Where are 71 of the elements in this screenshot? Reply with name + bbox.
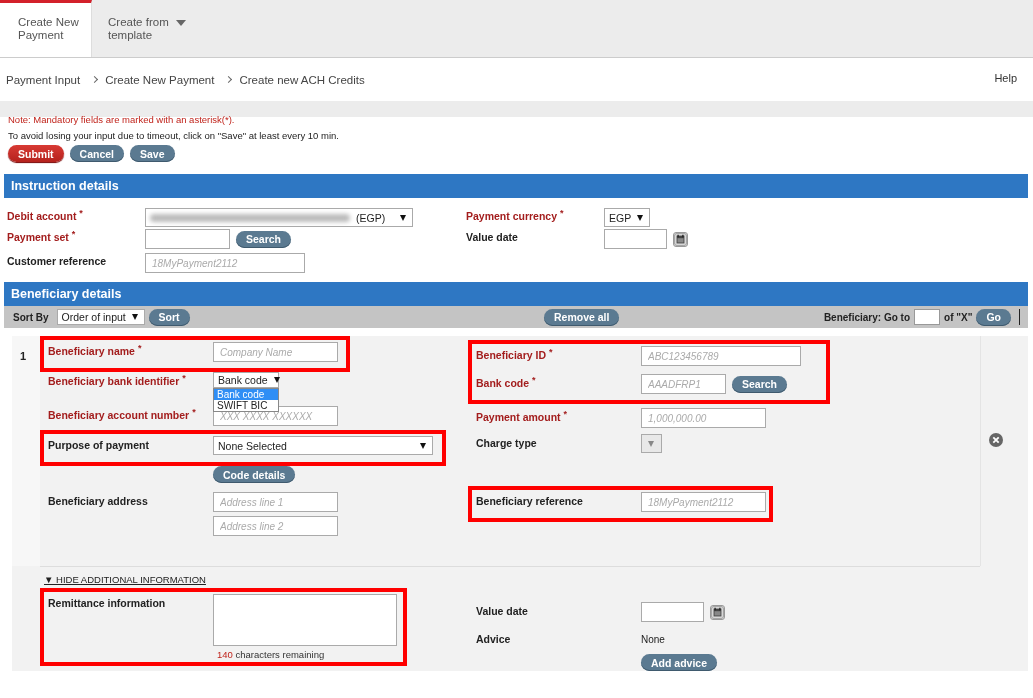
field-label: Beneficiary address — [48, 494, 149, 507]
field-label: Beneficiary ID $^{*}$ — [476, 346, 554, 361]
breadcrumb-link[interactable]: Create new ACH Credits — [239, 73, 365, 86]
caret-icon — [400, 214, 406, 221]
field-label: Purpose of payment — [48, 438, 150, 451]
field-label: Beneficiary bank identifier $^{*}$ — [48, 372, 187, 387]
field-label: Charge type — [476, 436, 538, 449]
caret-icon — [131, 314, 138, 320]
text-field[interactable]: Address line 2 — [213, 516, 338, 536]
field-label: Value date — [476, 604, 529, 617]
breadcrumb-link[interactable]: Create New Payment — [105, 73, 215, 86]
remove-icon[interactable] — [988, 433, 1003, 447]
caret-icon — [176, 20, 186, 26]
breadcrumb-link[interactable]: Payment Input — [6, 73, 81, 86]
field-label: Value date — [466, 230, 519, 243]
field-label: Payment set $^{*}$ — [7, 229, 77, 243]
field-label: Beneficiary reference — [476, 494, 584, 507]
field-label: Debit account $^{*}$ — [7, 208, 84, 222]
character-counter: 140 characters remaining — [216, 649, 325, 660]
button[interactable]: Search — [236, 230, 292, 248]
field-label: Payment currency $^{*}$ — [466, 208, 565, 222]
button[interactable]: Remove all — [544, 308, 620, 326]
text-field[interactable]: Address line 1 — [213, 492, 338, 512]
button[interactable]: Add advice — [641, 654, 718, 671]
text-field[interactable]: ABC123456789 — [641, 346, 801, 366]
caret-icon — [637, 214, 644, 221]
text-field[interactable]: 18MyPayment2112 — [145, 253, 305, 273]
button[interactable]: Cancel — [69, 145, 125, 162]
date-field[interactable] — [641, 602, 704, 622]
calendar-icon[interactable] — [673, 231, 688, 247]
calendar-icon[interactable] — [710, 604, 725, 620]
text-field[interactable] — [914, 309, 941, 325]
button[interactable]: Code details — [213, 466, 296, 483]
tab[interactable]: Create New Payment — [0, 0, 92, 57]
field-label: Beneficiary account number $^{*}$ — [48, 406, 197, 421]
row-number: 1 — [12, 336, 40, 566]
text-area[interactable] — [213, 594, 397, 646]
caret-icon — [647, 440, 654, 447]
field-label: Customer reference — [7, 254, 108, 267]
field-label: Bank code $^{*}$ — [476, 374, 537, 389]
tab[interactable]: Create from template — [92, 0, 186, 56]
section-header: Beneficiary details — [4, 282, 1028, 306]
text-field[interactable]: AAADFRP1 — [641, 374, 726, 394]
text-field[interactable] — [145, 229, 230, 249]
sort-label: Sort By — [13, 311, 49, 323]
field-label: Beneficiary name $^{*}$ — [48, 342, 143, 357]
text-field[interactable]: 1,000,000.00 — [641, 408, 766, 428]
goto-label: Beneficiary: Go to — [823, 311, 911, 323]
date-field[interactable] — [604, 229, 667, 249]
caret-icon — [420, 442, 426, 449]
button[interactable]: Save — [130, 145, 175, 162]
dropdown[interactable]: Order of input — [56, 309, 145, 325]
dropdown[interactable]: (EGP) — [145, 208, 413, 227]
text-field[interactable]: 18MyPayment2112 — [641, 492, 766, 512]
goto-total: of "X" — [944, 311, 973, 323]
dropdown[interactable]: EGP — [604, 208, 651, 227]
help-link[interactable]: Help — [994, 72, 1017, 84]
submit-button[interactable]: Submit — [8, 145, 64, 162]
button[interactable]: Sort — [148, 308, 190, 326]
field-label: Remittance information — [48, 596, 167, 609]
text-field[interactable]: Company Name — [213, 342, 338, 362]
dropdown[interactable]: None Selected — [213, 436, 433, 455]
button[interactable]: Go — [976, 308, 1011, 326]
timeout-hint: To avoid losing your input due to timeout, click on "Save" at least every 10 min. — [8, 130, 340, 141]
field-value: None — [641, 633, 665, 645]
toggle-link[interactable]: ▼ HIDE ADDITIONAL INFORMATION — [44, 574, 206, 585]
field-label: Payment amount $^{*}$ — [476, 408, 569, 423]
button[interactable]: Search — [732, 375, 788, 393]
field-label: Advice — [476, 632, 512, 645]
mandatory-note: Note: Mandatory fields are marked with an asterisk(*). — [8, 114, 236, 125]
section-header: Instruction details — [4, 174, 1028, 198]
